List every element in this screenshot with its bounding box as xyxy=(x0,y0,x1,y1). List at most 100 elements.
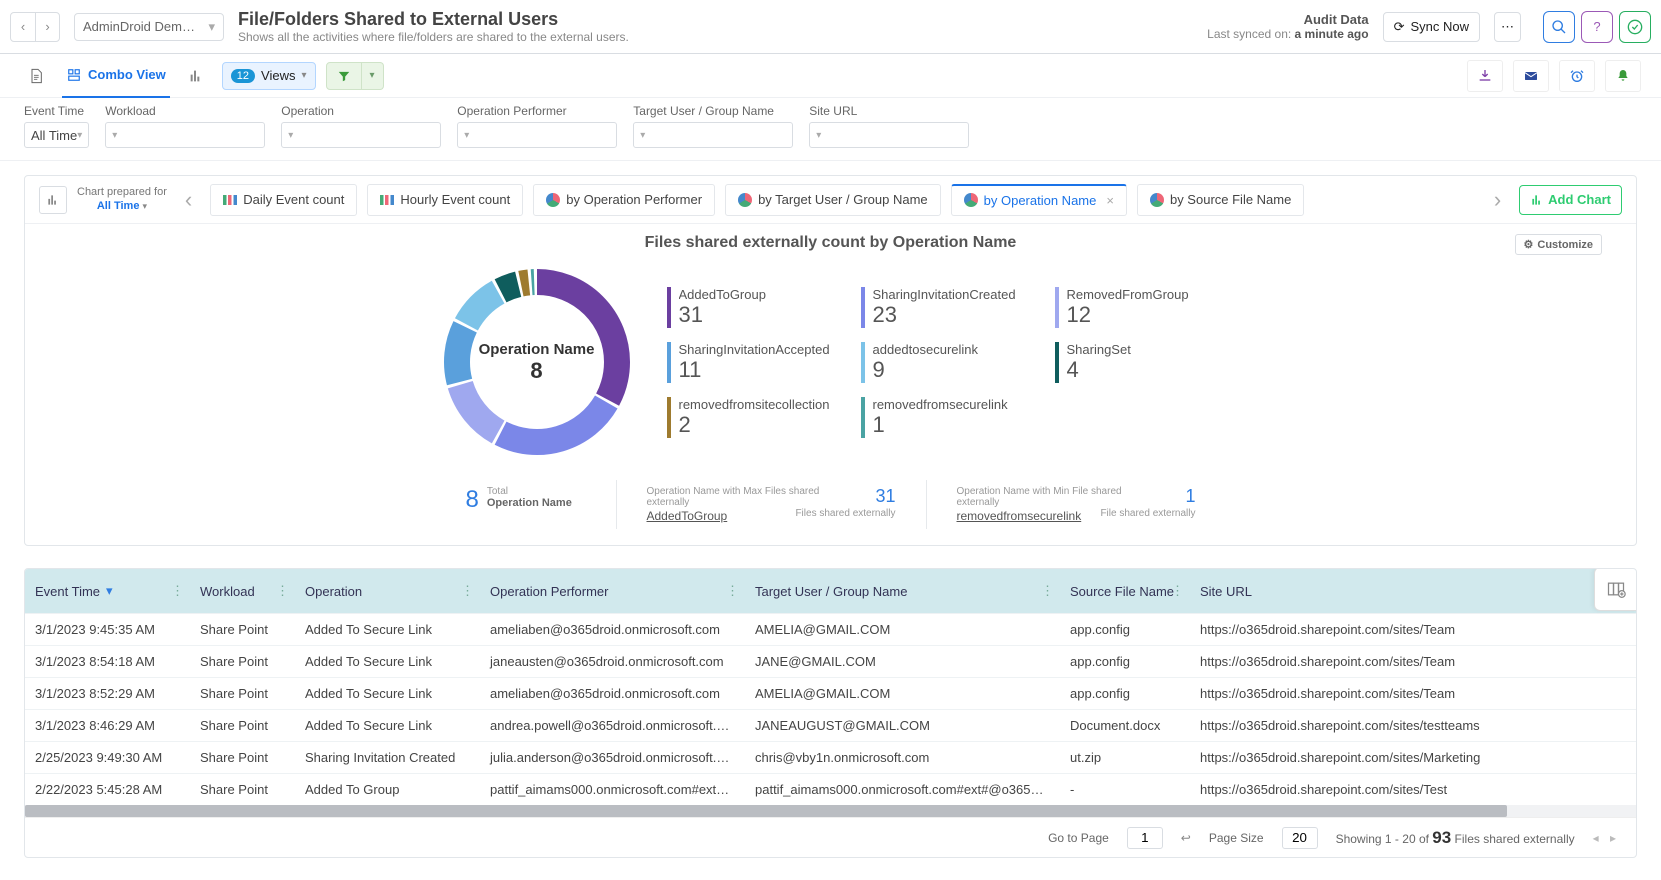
table-cell: ut.zip xyxy=(1060,750,1190,765)
siteurl-select[interactable] xyxy=(809,122,969,148)
check-icon[interactable] xyxy=(1619,11,1651,43)
table-header[interactable]: Event Time▾⋮ xyxy=(25,583,190,599)
table-header[interactable]: Operation Performer⋮ xyxy=(480,584,745,599)
prep-range[interactable]: All Time xyxy=(97,200,140,212)
legend-value: 23 xyxy=(873,302,1031,328)
chart-tab[interactable]: by Target User / Group Name xyxy=(725,184,941,216)
pagesize-label: Page Size xyxy=(1209,831,1264,845)
performer-select[interactable] xyxy=(457,122,617,148)
stat-min: 1 Operation Name with Min File shared ex… xyxy=(926,480,1226,529)
table-cell: - xyxy=(1060,782,1190,797)
tabs-prev-icon[interactable]: ‹ xyxy=(181,187,196,213)
table-header[interactable]: Workload⋮ xyxy=(190,584,295,599)
operation-select[interactable] xyxy=(281,122,441,148)
col-menu-icon[interactable]: ⋮ xyxy=(276,583,289,599)
search-icon[interactable] xyxy=(1543,11,1575,43)
alarm-icon[interactable] xyxy=(1559,60,1595,92)
filter-icon[interactable] xyxy=(326,62,362,90)
pager-summary: Showing 1 - 20 of 93 Files shared extern… xyxy=(1336,828,1575,848)
filter-more-icon[interactable]: ▾ xyxy=(362,62,384,90)
close-icon[interactable]: × xyxy=(1106,193,1114,208)
col-menu-icon[interactable]: ⋮ xyxy=(1041,583,1054,599)
stat-max-link[interactable]: AddedToGroup xyxy=(647,509,728,523)
pager-nav[interactable]: ◂ ▸ xyxy=(1593,831,1620,845)
table-row[interactable]: 3/1/2023 8:46:29 AMShare PointAdded To S… xyxy=(25,709,1636,741)
stat-total-l2: Operation Name xyxy=(466,497,586,509)
sync-now-button[interactable]: ⟳ Sync Now xyxy=(1383,12,1480,42)
legend-item[interactable]: SharingSet4 xyxy=(1055,342,1225,383)
table-cell: https://o365droid.sharepoint.com/sites/T… xyxy=(1190,622,1636,637)
legend-item[interactable]: AddedToGroup31 xyxy=(667,287,837,328)
chart-tab[interactable]: by Operation Performer xyxy=(533,184,715,216)
add-chart-button[interactable]: Add Chart xyxy=(1519,185,1622,215)
stat-min-l: Operation Name with Min File shared exte… xyxy=(957,486,1196,508)
legend-item[interactable]: removedfromsitecollection2 xyxy=(667,397,837,438)
table-row[interactable]: 2/25/2023 9:49:30 AMShare PointSharing I… xyxy=(25,741,1636,773)
download-icon[interactable] xyxy=(1467,60,1503,92)
barchart-icon[interactable] xyxy=(39,186,67,214)
legend-item[interactable]: SharingInvitationCreated23 xyxy=(861,287,1031,328)
customize-button[interactable]: ⚙ Customize xyxy=(1515,234,1603,255)
tabs-next-icon[interactable]: › xyxy=(1490,187,1505,213)
table-cell: Sharing Invitation Created xyxy=(295,750,480,765)
legend-name: SharingInvitationCreated xyxy=(873,287,1031,302)
more-button[interactable]: ⋯ xyxy=(1494,12,1521,42)
table-row[interactable]: 3/1/2023 8:52:29 AMShare PointAdded To S… xyxy=(25,677,1636,709)
donut-icon xyxy=(738,193,752,207)
goto-submit-icon[interactable]: ↩ xyxy=(1181,831,1191,845)
pager-showing-a: Showing 1 - 20 of xyxy=(1336,832,1433,846)
table-header[interactable]: Site URL xyxy=(1190,584,1636,599)
data-table: Event Time▾⋮Workload⋮Operation⋮Operation… xyxy=(24,568,1637,858)
table-cell: 3/1/2023 9:45:35 AM xyxy=(25,622,190,637)
org-selector[interactable]: AdminDroid Dem…▾ xyxy=(74,13,224,41)
table-header[interactable]: Operation⋮ xyxy=(295,584,480,599)
chart-icon[interactable] xyxy=(180,60,212,92)
stat-min-n: 1 xyxy=(1185,486,1195,507)
filter-label: Operation Performer xyxy=(457,104,617,118)
legend-item[interactable]: RemovedFromGroup12 xyxy=(1055,287,1225,328)
table-cell: app.config xyxy=(1060,622,1190,637)
chart-prep: Chart prepared forAll Time ▾ xyxy=(39,186,167,214)
fwd-icon[interactable]: › xyxy=(35,13,59,41)
chart-tab[interactable]: Hourly Event count xyxy=(367,184,523,216)
col-menu-icon[interactable]: ⋮ xyxy=(461,583,474,599)
legend-value: 1 xyxy=(873,412,1031,438)
table-hscroll[interactable] xyxy=(25,805,1636,817)
chart-tab[interactable]: by Source File Name xyxy=(1137,184,1304,216)
chart-tab[interactable]: Daily Event count xyxy=(210,184,357,216)
stat-min-link[interactable]: removedfromsecurelink xyxy=(957,509,1082,523)
legend-item[interactable]: SharingInvitationAccepted11 xyxy=(667,342,837,383)
table-cell: Share Point xyxy=(190,654,295,669)
table-row[interactable]: 3/1/2023 9:45:35 AMShare PointAdded To S… xyxy=(25,613,1636,645)
chart-legend: AddedToGroup31 SharingInvitationCreated23… xyxy=(667,287,1225,438)
pagesize-input[interactable] xyxy=(1282,827,1318,849)
table-row[interactable]: 2/22/2023 5:45:28 AMShare PointAdded To … xyxy=(25,773,1636,805)
help-icon[interactable]: ? xyxy=(1581,11,1613,43)
mail-icon[interactable] xyxy=(1513,60,1549,92)
chart-tab[interactable]: by Operation Name × xyxy=(951,184,1127,216)
event-time-select[interactable]: All Time xyxy=(24,122,89,148)
bell-icon[interactable] xyxy=(1605,60,1641,92)
table-header[interactable]: Target User / Group Name⋮ xyxy=(745,584,1060,599)
filter-label: Site URL xyxy=(809,104,969,118)
col-menu-icon[interactable]: ⋮ xyxy=(1171,583,1184,599)
legend-item[interactable]: removedfromsecurelink1 xyxy=(861,397,1031,438)
target-select[interactable] xyxy=(633,122,793,148)
col-menu-icon[interactable]: ⋮ xyxy=(171,583,184,599)
back-icon[interactable]: ‹ xyxy=(11,13,35,41)
doc-icon[interactable] xyxy=(20,60,52,92)
goto-input[interactable] xyxy=(1127,827,1163,849)
table-cell: 3/1/2023 8:46:29 AM xyxy=(25,718,190,733)
gear-icon: ⚙ xyxy=(1524,238,1534,251)
table-cell: Added To Secure Link xyxy=(295,718,480,733)
combo-view-tab[interactable]: Combo View xyxy=(62,54,170,98)
workload-select[interactable] xyxy=(105,122,265,148)
table-header[interactable]: Source File Name⋮ xyxy=(1060,584,1190,599)
chart-tab-label: by Operation Name xyxy=(984,193,1097,208)
legend-item[interactable]: addedtosecurelink9 xyxy=(861,342,1031,383)
col-menu-icon[interactable]: ⋮ xyxy=(726,583,739,599)
views-button[interactable]: 12 Views ▾ xyxy=(222,62,316,90)
column-settings-icon[interactable] xyxy=(1594,568,1637,611)
table-cell: Share Point xyxy=(190,622,295,637)
table-row[interactable]: 3/1/2023 8:54:18 AMShare PointAdded To S… xyxy=(25,645,1636,677)
